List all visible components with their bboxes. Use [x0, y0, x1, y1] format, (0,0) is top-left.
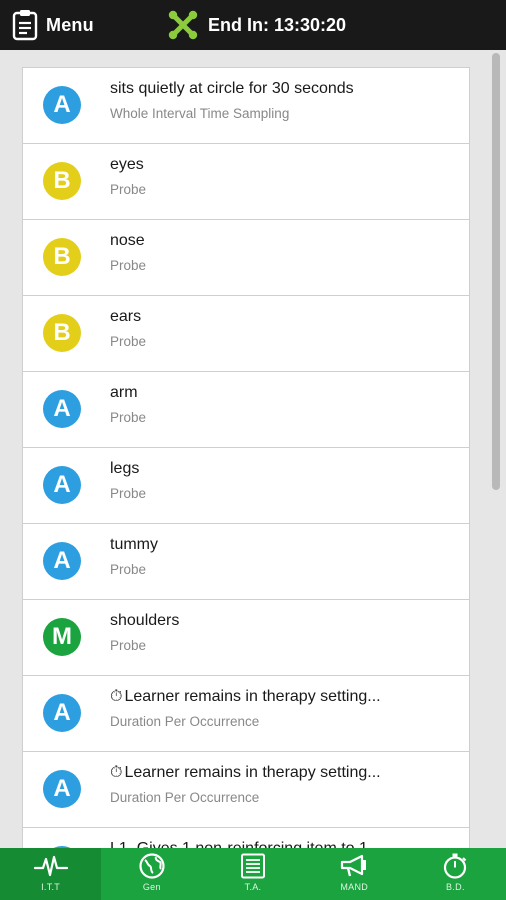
target-row[interactable]: Mshoulders Probe [22, 599, 470, 675]
target-row[interactable]: Beyes Probe [22, 143, 470, 219]
session-timer: End In: 13:30:20 [168, 8, 346, 42]
phase-badge: A [43, 86, 81, 124]
target-list: Asits quietly at circle for 30 seconds Wh… [22, 67, 470, 848]
target-title-text: arm [110, 384, 138, 401]
top-bar: Menu End In: 13:30:20 [0, 0, 506, 50]
phase-badge: B [43, 162, 81, 200]
target-title: ⏱ Learner remains in therapy setting... [110, 688, 461, 706]
globe-icon [138, 853, 166, 879]
target-title: tummy [110, 536, 461, 554]
megaphone-icon [338, 853, 370, 879]
target-row[interactable]: Alegs Probe [22, 447, 470, 523]
target-title-text: Learner remains in therapy setting... [124, 764, 381, 781]
target-method: Probe [110, 486, 147, 501]
target-title-text: eyes [110, 156, 144, 173]
target-title: shoulders [110, 612, 461, 630]
phase-badge: A [43, 694, 81, 732]
target-title: eyes [110, 156, 461, 174]
stopwatch-icon: ⏱ [110, 688, 123, 705]
stopwatch-icon: ⏱ [110, 764, 123, 781]
target-title-text: legs [110, 460, 140, 477]
target-row[interactable]: Asits quietly at circle for 30 seconds Wh… [22, 67, 470, 143]
clipboard-icon [12, 10, 38, 41]
tab-t-a[interactable]: T.A. [202, 848, 303, 900]
tab-label: B.D. [446, 882, 465, 892]
target-method: Duration Per Occurrence [110, 714, 260, 729]
tab-gen[interactable]: Gen [101, 848, 202, 900]
phase-badge: A [43, 390, 81, 428]
tab-label: Gen [142, 882, 161, 892]
tab-label: MAND [340, 882, 369, 892]
target-method: Duration Per Occurrence [110, 790, 260, 805]
phase-badge: M [43, 618, 81, 656]
target-title-text: shoulders [110, 612, 180, 629]
target-row[interactable]: Bnose Probe [22, 219, 470, 295]
target-title: nose [110, 232, 461, 250]
target-method: Probe [110, 562, 147, 577]
target-title: ears [110, 308, 461, 326]
target-title: sits quietly at circle for 30 seconds [110, 80, 461, 98]
target-row[interactable]: Atummy Probe [22, 523, 470, 599]
target-method: Probe [110, 410, 147, 425]
target-title: arm [110, 384, 461, 402]
phase-badge: B [43, 314, 81, 352]
target-list-area: Asits quietly at circle for 30 seconds Wh… [0, 50, 506, 848]
list-icon [239, 853, 267, 879]
tab-b-d[interactable]: B.D. [405, 848, 506, 900]
target-title-text: Learner remains in therapy setting... [124, 688, 381, 705]
app-logo-icon [168, 10, 198, 40]
target-title: ⏱ Learner remains in therapy setting... [110, 764, 461, 782]
bottom-tab-bar: I.T.T Gen T.A. MAND B.D. [0, 848, 506, 900]
target-method: Probe [110, 638, 147, 653]
scrollbar[interactable] [492, 53, 500, 833]
tab-label: I.T.T [41, 882, 61, 892]
target-title-text: nose [110, 232, 145, 249]
heartbeat-icon [33, 853, 68, 879]
target-title: L1. Gives 1 non-reinforcing item to 1 [110, 840, 461, 848]
scrollbar-thumb[interactable] [492, 53, 500, 490]
target-title-text: ears [110, 308, 142, 325]
phase-badge: A [43, 466, 81, 504]
target-row[interactable]: A ⏱ Learner remains in therapy setting... D… [22, 675, 470, 751]
tab-label: T.A. [244, 882, 262, 892]
tab-mand[interactable]: MAND [304, 848, 405, 900]
target-title-text: L1. Gives 1 non-reinforcing item to 1 [110, 840, 368, 848]
target-title-text: tummy [110, 536, 158, 553]
menu-button[interactable]: Menu [12, 8, 94, 42]
stopwatch-icon [441, 853, 469, 879]
target-method: Probe [110, 258, 147, 273]
target-method: Probe [110, 334, 147, 349]
target-row[interactable]: Bears Probe [22, 295, 470, 371]
tab-i-t-t[interactable]: I.T.T [0, 848, 102, 900]
target-row[interactable]: Aarm Probe [22, 371, 470, 447]
end-in-timer: End In: 13:30:20 [208, 14, 347, 35]
target-method: Whole Interval Time Sampling [110, 106, 290, 121]
target-title: legs [110, 460, 461, 478]
target-row[interactable]: AL1. Gives 1 non-reinforcing item to 1 [22, 827, 470, 848]
phase-badge: A [43, 542, 81, 580]
phase-badge: B [43, 238, 81, 276]
target-row[interactable]: A ⏱ Learner remains in therapy setting... D… [22, 751, 470, 827]
target-title-text: sits quietly at circle for 30 seconds [110, 80, 354, 97]
phase-badge: A [43, 770, 81, 808]
menu-label: Menu [46, 14, 94, 35]
target-method: Probe [110, 182, 147, 197]
